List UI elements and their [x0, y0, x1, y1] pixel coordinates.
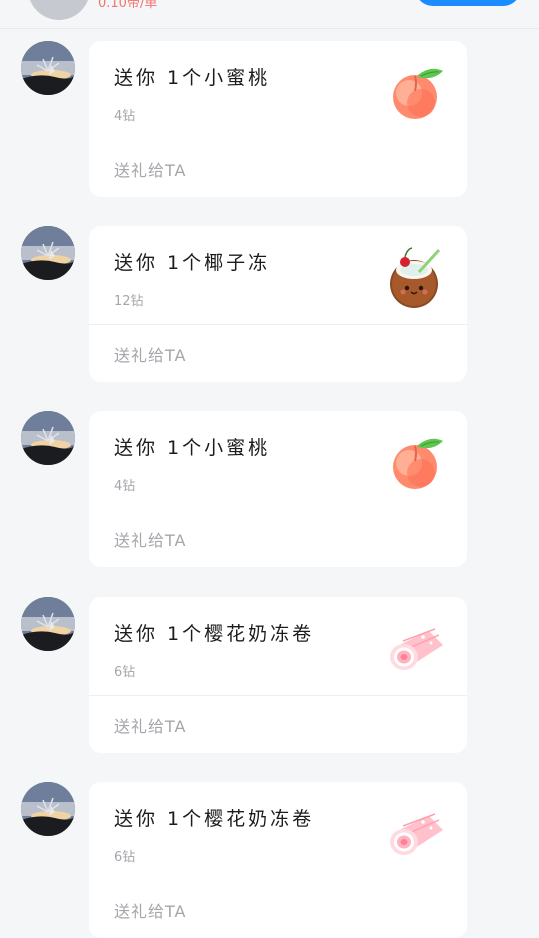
gift-title: 送你 1个小蜜桃 — [114, 437, 271, 459]
gift-price: 6钻 — [114, 850, 136, 865]
avatar[interactable] — [21, 411, 75, 465]
send-gift-button[interactable]: 送礼给TA — [114, 157, 186, 181]
gift-price: 4钻 — [114, 479, 136, 494]
avatar[interactable] — [21, 226, 75, 280]
send-gift-button[interactable]: 送礼给TA — [114, 898, 186, 922]
gift-price: 12钻 — [114, 294, 144, 309]
swiss-roll-icon — [385, 802, 449, 866]
peach-icon — [385, 61, 449, 125]
gift-card[interactable]: 送你 1个樱花奶冻卷 6钻 送礼给TA — [89, 782, 467, 938]
gift-card[interactable]: 送你 1个樱花奶冻卷 6钻 送礼给TA — [89, 597, 467, 753]
gift-title: 送你 1个椰子冻 — [114, 252, 271, 274]
gift-title: 送你 1个樱花奶冻卷 — [114, 623, 315, 645]
header-subtitle: 0.10帝/单 — [98, 0, 158, 11]
gift-card[interactable]: 送你 1个椰子冻 12钻 送礼给TA — [89, 226, 467, 382]
peach-icon — [385, 431, 449, 495]
gift-title: 送你 1个小蜜桃 — [114, 67, 271, 89]
coconut-icon — [385, 246, 449, 310]
send-gift-button[interactable]: 送礼给TA — [114, 713, 186, 737]
top-header-bar: 0.10帝/单 — [0, 0, 539, 29]
gift-card[interactable]: 送你 1个小蜜桃 4钻 送礼给TA — [89, 411, 467, 567]
gift-price: 4钻 — [114, 109, 136, 124]
card-divider — [89, 324, 467, 325]
gift-price: 6钻 — [114, 665, 136, 680]
send-gift-button[interactable]: 送礼给TA — [114, 342, 186, 366]
avatar[interactable] — [21, 782, 75, 836]
avatar[interactable] — [21, 597, 75, 651]
gift-card[interactable]: 送你 1个小蜜桃 4钻 送礼给TA — [89, 41, 467, 197]
avatar[interactable] — [21, 41, 75, 95]
gift-title: 送你 1个樱花奶冻卷 — [114, 808, 315, 830]
header-action-button[interactable] — [415, 0, 521, 6]
swiss-roll-icon — [385, 617, 449, 681]
header-avatar[interactable] — [28, 0, 90, 20]
card-divider — [89, 695, 467, 696]
send-gift-button[interactable]: 送礼给TA — [114, 527, 186, 551]
